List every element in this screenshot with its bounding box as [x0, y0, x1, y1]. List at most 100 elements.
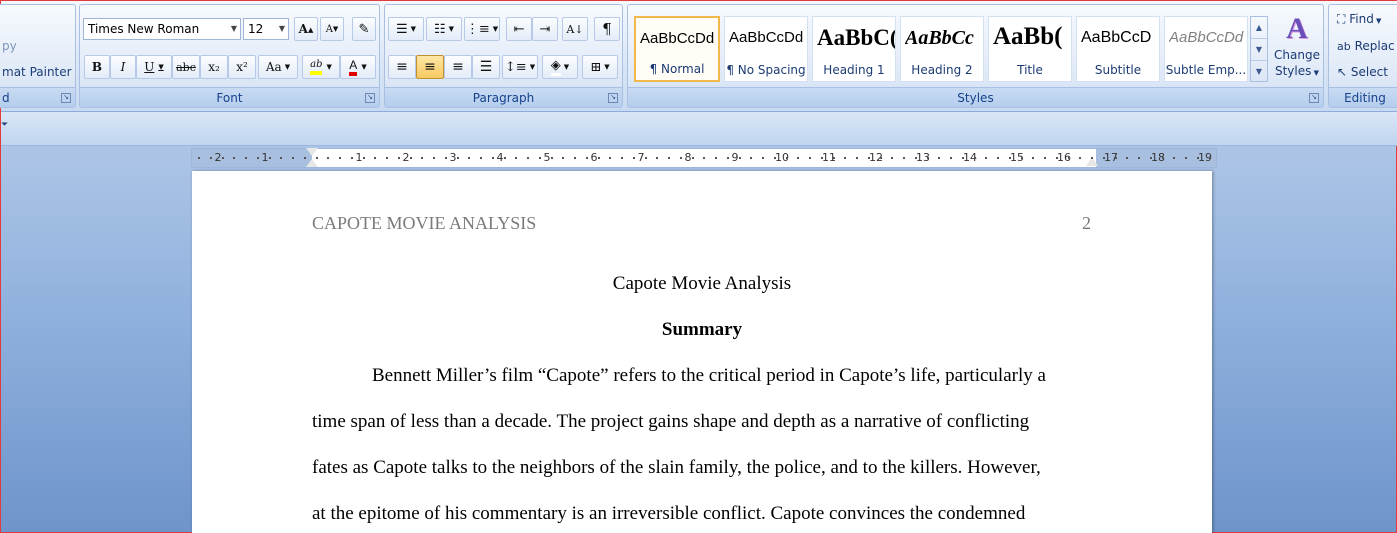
page-number: 2: [1082, 213, 1091, 233]
indent-marker-left[interactable]: [306, 148, 318, 156]
font-size-combo[interactable]: 12 ▼: [243, 18, 289, 40]
clipboard-launcher-icon[interactable]: ↘: [61, 93, 71, 103]
ruler-tick-mark: [703, 157, 705, 159]
replace-icon: ab: [1337, 40, 1351, 53]
strikethrough-button[interactable]: abc: [172, 55, 200, 79]
increase-indent-button[interactable]: ⇥: [532, 17, 558, 41]
chevron-down-icon[interactable]: ▼: [231, 19, 237, 39]
ruler-tick-mark: [1103, 157, 1105, 159]
ruler-tick-mark: [257, 157, 259, 159]
chevron-down-icon: ▼: [1311, 69, 1319, 77]
ruler-tick-label: 1: [261, 151, 269, 164]
ruler-tick-mark: [856, 157, 858, 159]
ruler-tick-mark: [410, 157, 412, 159]
style-subtle-emphasis[interactable]: AaBbCcDd Subtle Emp...: [1164, 16, 1248, 82]
styles-group: AaBbCcDd ¶ Normal AaBbCcDd ¶ No Spacing …: [627, 4, 1324, 108]
horizontal-ruler[interactable]: 2 1 1 2 3 4 5 6 7 8 9 10 11 12 13 14 15 16 17 18 19: [191, 148, 1217, 168]
multilevel-list-button[interactable]: ⋮≡ ▼: [464, 17, 500, 41]
chevron-down-icon: ▼: [326, 63, 332, 71]
find-button[interactable]: ⛶ Find ▼: [1337, 12, 1381, 27]
ruler-tick-mark: [609, 157, 611, 159]
ruler-tick-mark: [844, 157, 846, 159]
shrink-font-button[interactable]: A ▼: [320, 17, 344, 41]
superscript-label: x²: [236, 60, 248, 74]
ruler-tick-mark: [245, 157, 247, 159]
line-spacing-button[interactable]: ↕≡ ▼: [502, 55, 538, 79]
grow-font-button[interactable]: A ▲: [294, 17, 318, 41]
ruler-tick-mark: [222, 157, 224, 159]
italic-button[interactable]: I: [110, 55, 136, 79]
change-styles-label-1: Change: [1274, 48, 1320, 62]
align-center-icon: ≡: [424, 59, 436, 75]
justify-button[interactable]: ☰: [472, 55, 500, 79]
multilevel-list-icon: ⋮≡: [465, 21, 490, 37]
superscript-button[interactable]: x²: [228, 55, 256, 79]
align-center-button[interactable]: ≡: [416, 55, 444, 79]
align-left-button[interactable]: ≡: [388, 55, 416, 79]
chevron-down-icon[interactable]: ▼: [1251, 39, 1267, 61]
chevron-up-icon[interactable]: ▲: [1251, 17, 1267, 39]
show-formatting-button[interactable]: ¶: [594, 17, 620, 41]
line-spacing-icon: ↕≡: [504, 59, 527, 75]
chevron-down-icon: ▼: [492, 25, 499, 33]
indent-marker-left-bottom[interactable]: [306, 159, 318, 167]
style-normal[interactable]: AaBbCcDd ¶ Normal: [634, 16, 720, 82]
document-page[interactable]: CAPOTE MOVIE ANALYSIS 2 Capote Movie Ana…: [192, 171, 1212, 533]
sort-icon: A↓: [566, 22, 584, 36]
select-button[interactable]: ↖ Select: [1337, 65, 1388, 79]
ruler-tick-label: 7: [637, 151, 645, 164]
decrease-indent-button[interactable]: ⇤: [506, 17, 532, 41]
ruler-tick-mark: [480, 157, 482, 159]
numbering-button[interactable]: ☷ ▼: [426, 17, 462, 41]
paragraph-launcher-icon[interactable]: ↘: [608, 93, 618, 103]
shading-button[interactable]: ◈ ▼: [542, 55, 578, 79]
ruler-tick-mark: [821, 157, 823, 159]
format-painter-button[interactable]: mat Painter: [2, 65, 72, 79]
style-no-spacing[interactable]: AaBbCcDd ¶ No Spacing: [724, 16, 808, 82]
copy-button[interactable]: py: [2, 39, 17, 53]
style-name: Title: [1017, 63, 1043, 77]
ruler-tick-mark: [915, 157, 917, 159]
change-styles-button[interactable]: A Change Styles ▼: [1272, 11, 1322, 91]
ruler-tick-mark: [997, 157, 999, 159]
style-sample: AaBbCc: [905, 27, 974, 49]
bullets-button[interactable]: ☰ ▼: [388, 17, 424, 41]
gallery-more-icon[interactable]: ▼: [1251, 61, 1267, 83]
borders-button[interactable]: ⊞ ▼: [582, 55, 618, 79]
bold-button[interactable]: B: [84, 55, 110, 79]
style-sample: AaBbCcD: [1081, 29, 1152, 46]
style-heading-2[interactable]: AaBbCc Heading 2: [900, 16, 984, 82]
style-heading-1[interactable]: AaBbC( Heading 1: [812, 16, 896, 82]
replace-button[interactable]: ab Replac: [1337, 39, 1395, 53]
font-family-combo[interactable]: Times New Roman ▼: [83, 18, 241, 40]
document-title: Capote Movie Analysis: [612, 273, 792, 294]
change-case-button[interactable]: Aa ▼: [258, 55, 298, 79]
style-sample: AaBbCcDd: [1169, 29, 1244, 46]
ruler-tick-mark: [327, 157, 329, 159]
ruler-tick-mark: [1185, 157, 1187, 159]
style-subtitle[interactable]: AaBbCcD Subtitle: [1076, 16, 1160, 82]
ruler-tick-mark: [985, 157, 987, 159]
ribbon: py mat Painter d ↘ Times New Roman ▼ 12 …: [0, 1, 1397, 112]
customize-toolbar-icon[interactable]: ⏷: [1, 120, 8, 130]
paragraph-line: time span of less than a decade. The pro…: [312, 411, 1030, 432]
clear-formatting-button[interactable]: ✎: [352, 17, 376, 41]
font-launcher-icon[interactable]: ↘: [365, 93, 375, 103]
ruler-tick-mark: [633, 157, 635, 159]
chevron-down-icon[interactable]: ▼: [279, 19, 285, 39]
eraser-icon: ✎: [358, 21, 370, 37]
styles-gallery-scroll[interactable]: ▲ ▼ ▼: [1250, 16, 1268, 82]
align-right-button[interactable]: ≡: [444, 55, 472, 79]
highlight-button[interactable]: ab ▼: [302, 55, 340, 79]
style-title[interactable]: AaBb( Title: [988, 16, 1072, 82]
bold-label: B: [91, 60, 103, 74]
styles-launcher-icon[interactable]: ↘: [1309, 93, 1319, 103]
underline-button[interactable]: U ▼: [136, 55, 172, 79]
chevron-down-icon: ▼: [410, 25, 417, 33]
sort-button[interactable]: A↓: [562, 17, 588, 41]
subscript-button[interactable]: x₂: [200, 55, 228, 79]
ruler-tick-mark: [891, 157, 893, 159]
font-color-button[interactable]: A ▼: [340, 55, 376, 79]
grow-font-label: A: [298, 22, 308, 36]
ruler-tick-mark: [680, 157, 682, 159]
